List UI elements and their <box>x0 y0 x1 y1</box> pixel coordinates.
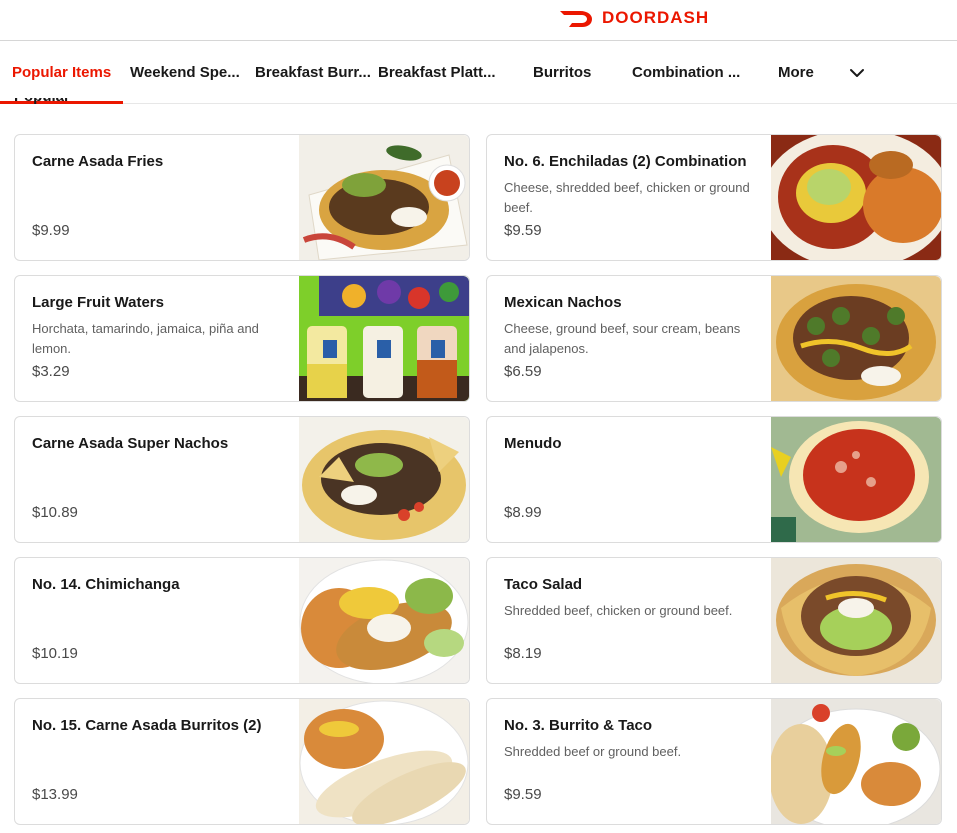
item-name: Carne Asada Super Nachos <box>32 435 229 452</box>
item-name: No. 3. Burrito & Taco <box>504 717 653 734</box>
item-price: $10.19 <box>32 645 78 662</box>
menu-item-card[interactable]: Large Fruit Waters Horchata, tamarindo, … <box>14 275 470 402</box>
chimichanga-photo <box>299 558 469 683</box>
item-name: Large Fruit Waters <box>32 294 164 311</box>
top-bar: DOORDASH <box>0 0 957 40</box>
tab-breakfast-burritos[interactable]: Breakfast Burr... <box>255 41 371 104</box>
more-label: More <box>778 64 814 81</box>
doordash-logo[interactable]: DOORDASH <box>559 7 709 29</box>
item-price: $9.59 <box>504 786 542 803</box>
burrito-taco-photo <box>771 699 941 824</box>
item-description: Cheese, shredded beef, chicken or ground… <box>504 180 750 215</box>
chevron-down-icon[interactable] <box>849 65 865 81</box>
fruit-waters-photo <box>299 276 469 401</box>
item-description: Shredded beef, chicken or ground beef. <box>504 603 733 618</box>
more-tabs-button[interactable]: More <box>778 41 814 104</box>
tab-breakfast-platters[interactable]: Breakfast Platt... <box>378 41 496 104</box>
item-name: Menudo <box>504 435 562 452</box>
item-name: No. 6. Enchiladas (2) Combination <box>504 153 747 170</box>
category-tabs: Popular Items Weekend Spe... Breakfast B… <box>0 40 957 104</box>
item-price: $9.99 <box>32 222 70 239</box>
item-price: $6.59 <box>504 363 542 380</box>
item-name: Taco Salad <box>504 576 583 593</box>
item-name: Carne Asada Fries <box>32 153 164 170</box>
menu-item-card[interactable]: No. 6. Enchiladas (2) Combination Cheese… <box>486 134 942 261</box>
item-price: $3.29 <box>32 363 70 380</box>
enchiladas-combination-photo <box>771 135 941 260</box>
menu-item-card[interactable]: Carne Asada Fries $9.99 <box>14 134 470 261</box>
burritos-photo <box>299 699 469 824</box>
carne-asada-fries-photo <box>299 135 469 260</box>
menu-item-card[interactable]: No. 3. Burrito & Taco Shredded beef or g… <box>486 698 942 825</box>
mexican-nachos-photo <box>771 276 941 401</box>
menu-item-card[interactable]: No. 15. Carne Asada Burritos (2) $13.99 <box>14 698 470 825</box>
super-nachos-photo <box>299 417 469 542</box>
brand-name: DOORDASH <box>602 8 710 27</box>
doordash-logo-icon <box>560 11 592 27</box>
menu-item-card[interactable]: Taco Salad Shredded beef, chicken or gro… <box>486 557 942 684</box>
item-price: $8.99 <box>504 504 542 521</box>
item-description: Horchata, tamarindo, jamaica, piña and l… <box>32 321 259 356</box>
item-price: $8.19 <box>504 645 542 662</box>
tab-popular-items[interactable]: Popular Items <box>12 41 111 104</box>
menu-item-card[interactable]: Carne Asada Super Nachos $10.89 <box>14 416 470 543</box>
section-title: Popular Items <box>14 98 74 106</box>
tab-combination[interactable]: Combination ... <box>632 41 740 104</box>
menudo-photo <box>771 417 941 542</box>
item-name: Mexican Nachos <box>504 294 622 311</box>
tab-burritos[interactable]: Burritos <box>533 41 591 104</box>
menu-item-card[interactable]: No. 14. Chimichanga $10.19 <box>14 557 470 684</box>
taco-salad-photo <box>771 558 941 683</box>
menu-item-card[interactable]: Menudo $8.99 <box>486 416 942 543</box>
tab-weekend-specials[interactable]: Weekend Spe... <box>130 41 240 104</box>
item-price: $9.59 <box>504 222 542 239</box>
item-price: $13.99 <box>32 786 78 803</box>
item-price: $10.89 <box>32 504 78 521</box>
item-name: No. 15. Carne Asada Burritos (2) <box>32 717 262 734</box>
item-description: Shredded beef or ground beef. <box>504 744 682 759</box>
item-name: No. 14. Chimichanga <box>32 576 180 593</box>
menu-item-card[interactable]: Mexican Nachos Cheese, ground beef, sour… <box>486 275 942 402</box>
item-description: Cheese, ground beef, sour cream, beans a… <box>504 321 741 356</box>
